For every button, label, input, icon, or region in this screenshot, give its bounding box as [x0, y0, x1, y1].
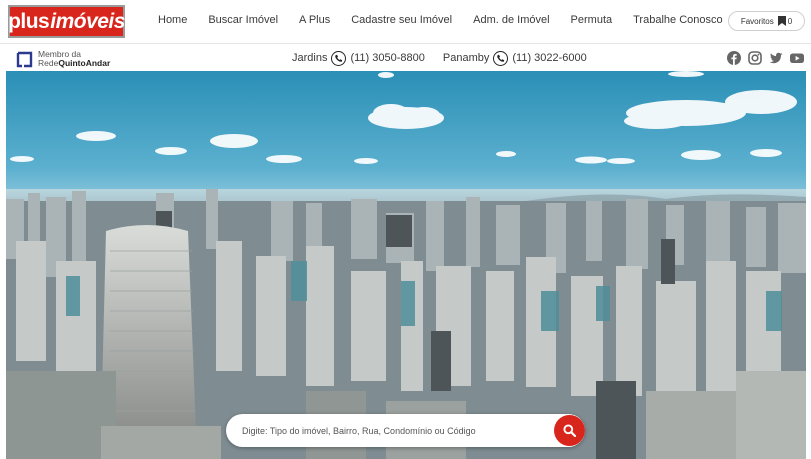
social-links [727, 50, 804, 66]
nav-item-permuta[interactable]: Permuta [571, 14, 613, 26]
instagram-icon[interactable] [748, 51, 762, 65]
search-input[interactable] [242, 414, 542, 447]
quintoandar-badge[interactable]: Membro da RedeQuintoAndar [16, 49, 110, 69]
facebook-icon[interactable] [727, 51, 741, 65]
favorites-count: 0 [787, 16, 793, 26]
property-search-bar [226, 414, 585, 447]
phone-number: (11) 3022-6000 [512, 52, 587, 64]
whatsapp-icon [493, 50, 509, 66]
nav-item-a-plus[interactable]: A Plus [299, 14, 330, 26]
top-navigation-bar: plus imóveis Home Buscar Imóvel A Plus C… [0, 0, 811, 44]
info-bar: Membro da RedeQuintoAndar Jardins (11) 3… [0, 45, 811, 71]
logo-text-imoveis: imóveis [50, 9, 125, 33]
site-logo[interactable]: plus imóveis [8, 5, 125, 38]
youtube-icon[interactable] [790, 51, 804, 65]
phone-number: (11) 3050-8800 [350, 52, 425, 64]
nav-item-cadastre-imovel[interactable]: Cadastre seu Imóvel [351, 14, 452, 26]
nav-item-adm-imovel[interactable]: Adm. de Imóvel [473, 14, 549, 26]
phone-unit-label: Jardins [292, 52, 328, 64]
phone-jardins[interactable]: Jardins (11) 3050-8800 [292, 50, 425, 66]
hero-banner [6, 71, 806, 459]
nav-item-home[interactable]: Home [158, 14, 187, 26]
search-icon [563, 424, 576, 437]
quintoandar-rede: Rede [38, 58, 59, 68]
nav-item-buscar-imovel[interactable]: Buscar Imóvel [208, 14, 278, 26]
bookmark-icon [777, 16, 786, 26]
search-button[interactable] [554, 415, 585, 446]
phone-panamby[interactable]: Panamby (11) 3022-6000 [442, 50, 587, 66]
quintoandar-line2: RedeQuintoAndar [38, 59, 110, 68]
quintoandar-brand: QuintoAndar [58, 58, 111, 68]
phone-numbers: Jardins (11) 3050-8800 Panamby (11) 3022… [292, 45, 587, 71]
favorites-label: Favoritos [740, 16, 774, 26]
whatsapp-icon [331, 50, 347, 66]
twitter-icon[interactable] [769, 51, 783, 65]
quintoandar-logo-icon [16, 51, 33, 67]
nav-item-trabalhe-conosco[interactable]: Trabalhe Conosco [633, 14, 722, 26]
phone-unit-label: Panamby [442, 52, 490, 64]
hero-city-skyline-image [6, 71, 806, 459]
logo-text-plus: plus [8, 9, 50, 33]
main-nav: Home Buscar Imóvel A Plus Cadastre seu I… [158, 0, 723, 40]
favorites-button[interactable]: Favoritos 0 [728, 11, 805, 31]
